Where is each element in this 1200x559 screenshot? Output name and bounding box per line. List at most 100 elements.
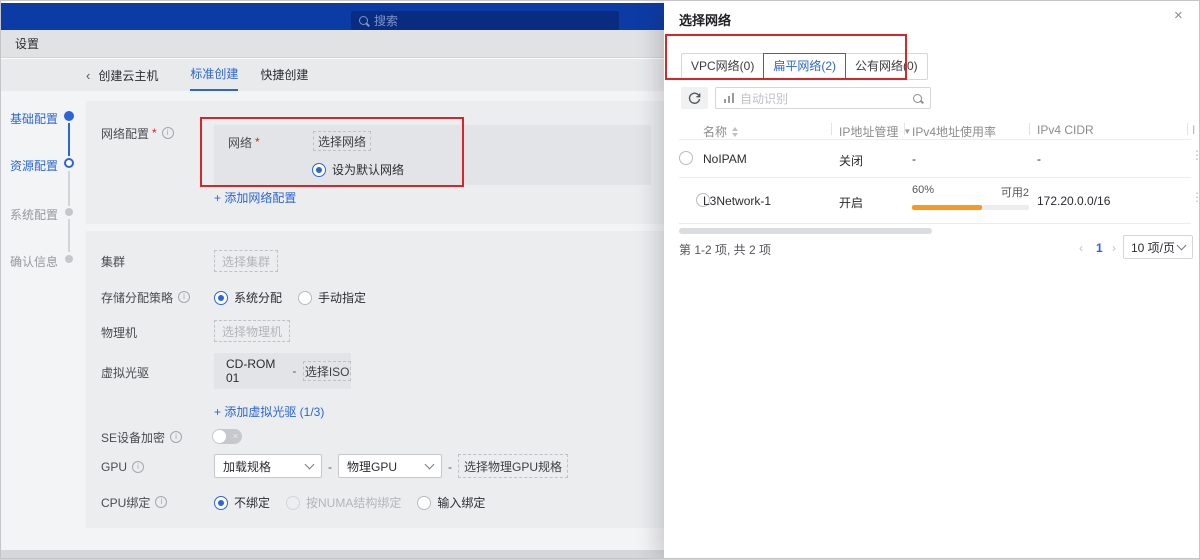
column-header-ipam[interactable]: IP地址管理 ▼ — [839, 123, 911, 140]
cpu-pin-options: 不绑定 按NUMA结构绑定 输入绑定 — [214, 494, 485, 511]
gpu-label: GPU i — [101, 460, 145, 474]
radio-selected-icon[interactable] — [214, 290, 228, 305]
page-prev-icon[interactable]: ‹ — [1079, 241, 1083, 255]
step-resource-config[interactable]: 资源配置 — [1, 157, 58, 174]
breadcrumb-title: 设置 — [15, 37, 40, 51]
network-name[interactable]: L3Network-1 — [703, 194, 771, 208]
page-size-select[interactable]: 10 项/页 — [1123, 235, 1193, 259]
column-divider — [1029, 123, 1030, 135]
ipam-state: 关闭 — [839, 154, 864, 168]
search-icon — [359, 16, 368, 25]
row-divider — [679, 139, 1191, 140]
column-header-usage: IPv4地址使用率 — [912, 125, 997, 139]
storage-policy-label: 存储分配策略 i — [101, 290, 191, 305]
pagination-summary: 第 1-2 项, 共 2 项 — [679, 243, 772, 257]
add-network-config-link[interactable]: + 添加网络配置 — [214, 189, 296, 206]
step-basic-config[interactable]: 基础配置 — [1, 110, 58, 127]
auto-detect-icon — [724, 93, 734, 103]
tab-standard-create[interactable]: 标准创建 — [190, 59, 239, 91]
radio-icon[interactable] — [417, 495, 432, 510]
page-current[interactable]: 1 — [1096, 241, 1103, 255]
search-icon[interactable] — [913, 93, 922, 103]
step-connector — [68, 123, 70, 156]
page-title[interactable]: 创建云主机 — [98, 67, 158, 84]
row-radio[interactable] — [679, 151, 693, 165]
row-divider — [679, 177, 1191, 178]
step-connector — [68, 171, 70, 206]
global-search-placeholder: 搜索 — [374, 14, 399, 28]
select-cluster-button[interactable]: 选择集群 — [214, 250, 278, 272]
panel-search-input[interactable]: 自动识别 — [715, 87, 931, 109]
se-encrypt-label: SE设备加密 i — [101, 430, 183, 445]
usage-available: 可用2 — [1000, 187, 1029, 199]
chevron-down-icon — [424, 459, 435, 470]
cidr-value: 172.20.0.0/16 — [1037, 194, 1111, 208]
required-mark: * — [152, 126, 157, 140]
close-icon[interactable]: × — [1174, 8, 1183, 24]
bottom-strip — [1, 550, 664, 558]
sort-icon[interactable] — [732, 126, 739, 137]
ipam-state: 开启 — [839, 196, 864, 210]
usage-percent: 60% — [912, 184, 935, 196]
radio-icon[interactable] — [298, 290, 313, 305]
back-chevron-icon[interactable]: ‹ — [86, 68, 90, 83]
cluster-label: 集群 — [101, 254, 126, 269]
select-host-button[interactable]: 选择物理机 — [214, 320, 290, 342]
toggle-off-icon: × — [232, 431, 238, 441]
separator-dash: - — [328, 460, 332, 474]
column-divider — [1187, 123, 1188, 135]
cidr-value: - — [1037, 152, 1041, 166]
clipped-cell: ⋮ — [1191, 190, 1199, 204]
panel-title: 选择网络 — [679, 13, 732, 28]
info-icon: i — [170, 431, 183, 443]
clipped-cell: ⋮ — [1191, 148, 1199, 162]
select-physical-gpu-spec-button[interactable]: 选择物理GPU规格 — [458, 454, 568, 478]
annotation-box-network-field — [200, 117, 464, 187]
usage-progress-fill — [912, 205, 983, 210]
info-icon: i — [161, 127, 174, 139]
select-network-panel: 选择网络 × VPC网络(0) 扁平网络(2) 公有网络(0) 自动识别 名称 … — [664, 1, 1199, 558]
option-input-bind[interactable]: 输入绑定 — [417, 494, 485, 511]
screen: 搜索 设置 ‹ 创建云主机 标准创建 快捷创建 基础配置 资源配置 系统配置 确… — [0, 0, 1200, 559]
se-encrypt-toggle[interactable]: × — [212, 429, 242, 444]
chevron-down-icon — [1176, 240, 1187, 251]
refresh-button[interactable] — [681, 87, 708, 109]
radio-selected-icon[interactable] — [214, 495, 228, 510]
page-next-icon[interactable]: › — [1112, 241, 1116, 255]
step-dot-pending — [65, 255, 73, 263]
panel-search-placeholder: 自动识别 — [740, 91, 789, 106]
step-confirm-info[interactable]: 确认信息 — [1, 253, 58, 270]
step-dot-pending — [65, 208, 73, 216]
step-connector — [68, 219, 70, 252]
cdrom-device-name: CD-ROM 01 — [226, 357, 276, 385]
host-label: 物理机 — [101, 325, 138, 340]
refresh-icon — [688, 92, 701, 104]
option-manual-assign[interactable]: 手动指定 — [298, 289, 366, 306]
cdrom-label: 虚拟光驱 — [101, 365, 150, 380]
toggle-knob — [213, 430, 226, 443]
add-cdrom-link[interactable]: + 添加虚拟光驱 (1/3) — [214, 403, 324, 420]
network-name[interactable]: NoIPAM — [703, 152, 747, 166]
clipped-column-header: I — [1192, 123, 1196, 137]
column-header-name[interactable]: 名称 — [703, 123, 739, 140]
column-divider — [831, 123, 832, 135]
gpu-type-select[interactable]: 物理GPU — [338, 454, 442, 478]
step-dot-current — [64, 111, 74, 121]
global-search-input[interactable]: 搜索 — [351, 11, 619, 30]
horizontal-scrollbar[interactable] — [679, 228, 932, 234]
gpu-spec-select[interactable]: 加载规格 — [214, 454, 322, 478]
option-system-allocate[interactable]: 系统分配 — [214, 289, 282, 306]
select-iso-button[interactable]: 选择ISO — [303, 361, 351, 381]
usage-labels: 60% 可用2 — [912, 184, 1029, 200]
option-numa-bind[interactable]: 按NUMA结构绑定 — [286, 494, 401, 511]
separator-dash: - — [448, 460, 452, 474]
annotation-box-network-tabs — [665, 34, 907, 80]
option-no-bind[interactable]: 不绑定 — [214, 494, 270, 511]
tab-quick-create[interactable]: 快捷创建 — [260, 60, 308, 90]
usage-cell: 60% 可用2 — [912, 184, 1029, 210]
cpu-pin-label: CPU绑定 i — [101, 495, 168, 510]
radio-disabled-icon — [286, 495, 301, 510]
step-system-config[interactable]: 系统配置 — [1, 206, 58, 223]
info-icon: i — [178, 291, 191, 303]
separator-dash: - — [292, 364, 297, 378]
